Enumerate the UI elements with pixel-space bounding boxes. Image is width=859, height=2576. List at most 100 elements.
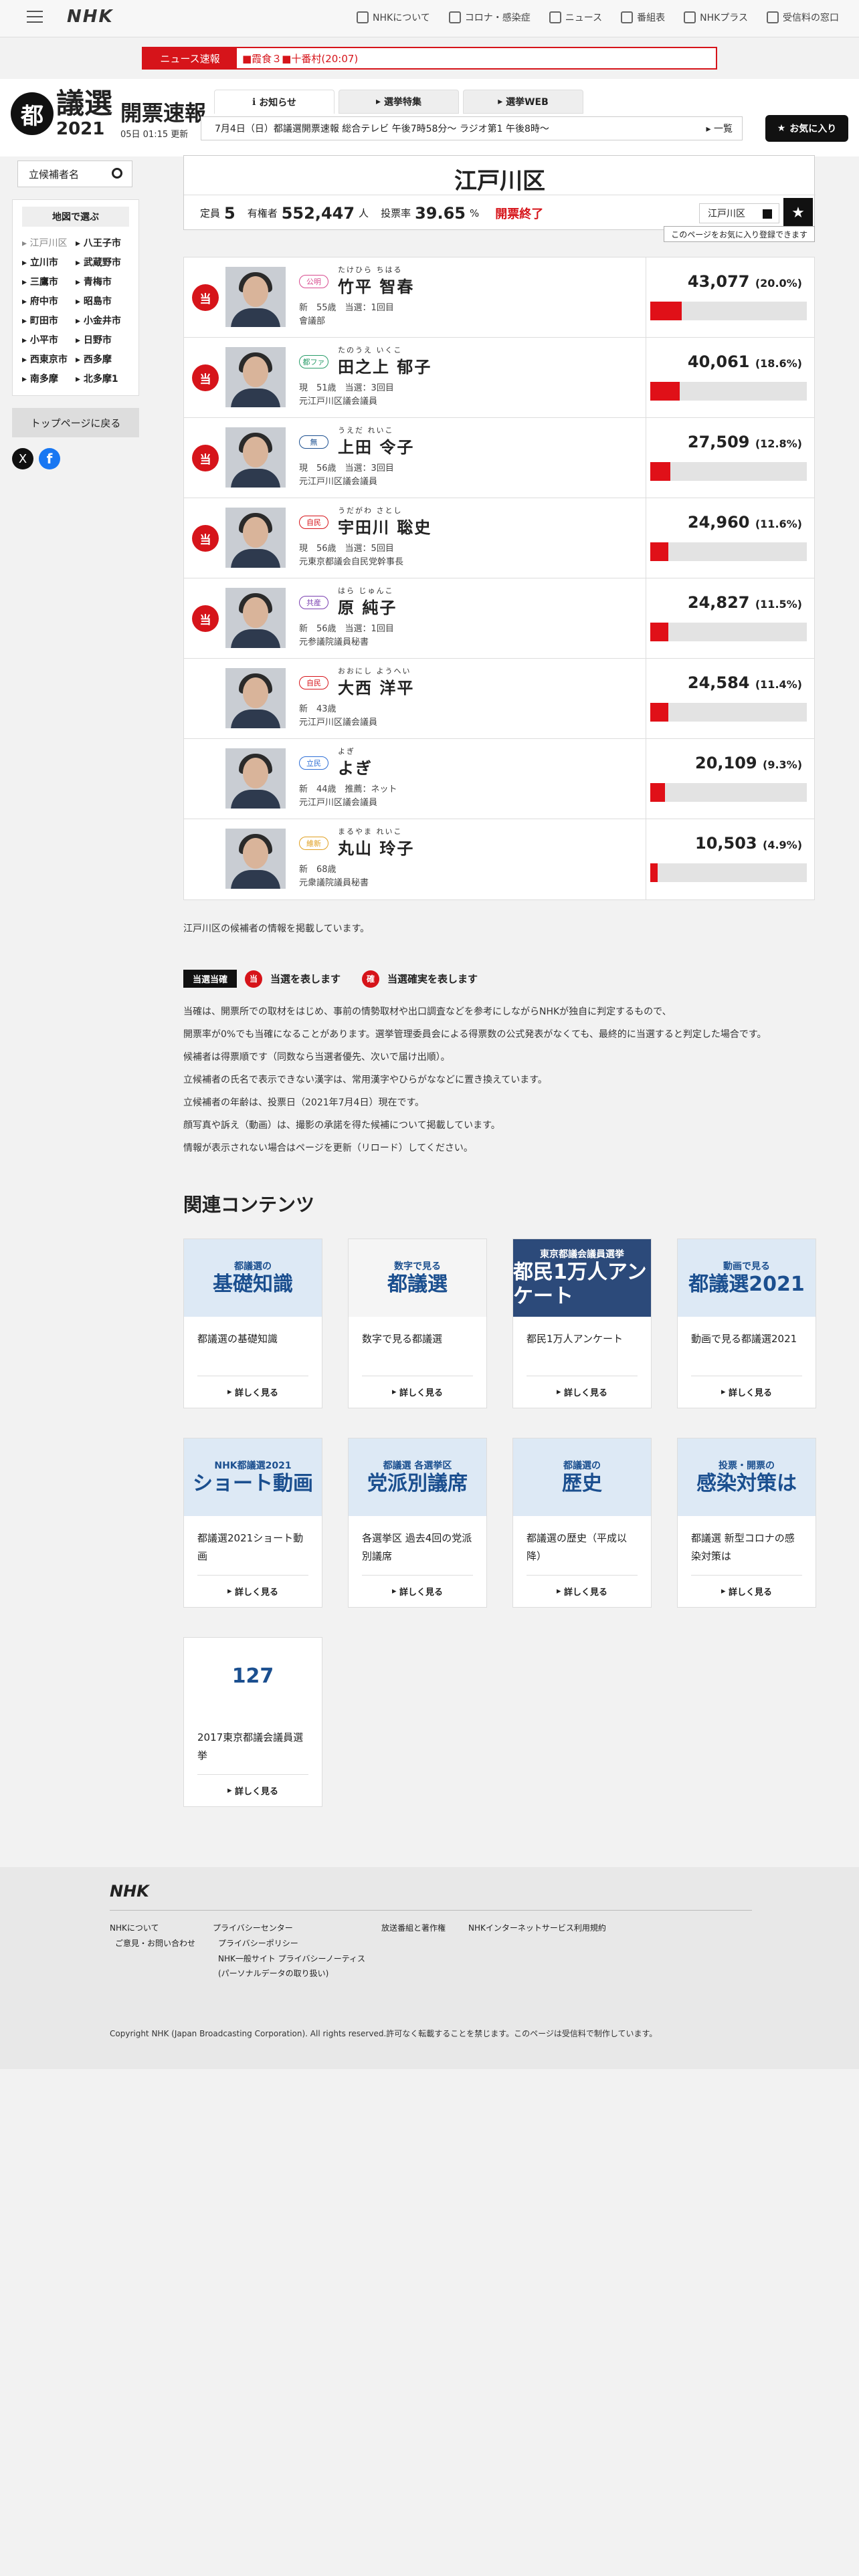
candidate-row[interactable]: 当 都ファ たのうえ いくこ 田之上 郁子 現 51歳 当選：3回目 元江戸川区… [184, 338, 814, 418]
district-link[interactable]: ▸ 日野市 [76, 333, 129, 346]
district-link[interactable]: ▸ 町田市 [22, 314, 76, 327]
top-menu-item[interactable]: 番組表 [621, 11, 665, 24]
card-more-link[interactable]: ▸ 詳しく見る [197, 1376, 308, 1408]
footer-link-sub[interactable]: (パーソナルデータの取り扱い) [213, 1966, 365, 1981]
won-icon: 当 [245, 970, 263, 988]
search-icon[interactable] [112, 168, 122, 179]
footer-link[interactable]: NHKインターネットサービス利用規約 [468, 1921, 606, 1936]
footer-link[interactable]: プライバシーセンター [213, 1921, 365, 1936]
candidate-row[interactable]: 維新 まるやま れいこ 丸山 玲子 新 68歳 元衆議院議員秘書 10,503 … [184, 819, 814, 899]
card-more-link[interactable]: ▸ 詳しく見る [197, 1774, 308, 1806]
top-menu-item[interactable]: 受信料の窓口 [767, 11, 839, 24]
card-more-link[interactable]: ▸ 詳しく見る [691, 1376, 802, 1408]
candidate-row[interactable]: 自民 おおにし ようへい 大西 洋平 新 43歳 元江戸川区議会議員 24,58… [184, 659, 814, 739]
district-link[interactable]: ▸ 武蔵野市 [76, 255, 129, 269]
menu-icon[interactable] [27, 11, 43, 24]
election-year: 2021 [56, 119, 105, 139]
back-to-top-button[interactable]: トップページに戻る [12, 408, 139, 437]
broadcast-ticker[interactable]: 7月4日（日）都議選開票速報 総合テレビ 午後7時58分～ ラジオ第1 午後8時… [201, 116, 743, 140]
card-thumb-sub: 都議選の [234, 1261, 272, 1272]
top-menu-item[interactable]: ニュース [549, 11, 602, 24]
top-menu: NHKについて コロナ・感染症 ニュース 番組表 NHKプラス 受信料の窓口 [357, 11, 839, 24]
tab-election-web[interactable]: ▸ 選挙WEB [463, 90, 583, 114]
card-more-link[interactable]: ▸ 詳しく見る [691, 1575, 802, 1607]
triangle-icon: ▸ [227, 1387, 235, 1397]
candidate-row[interactable]: 当 共産 はら じゅんこ 原 純子 新 56歳 当選：1回目 元参議院議員秘書 … [184, 578, 814, 659]
footer-link[interactable]: NHKについて [110, 1921, 195, 1936]
related-card[interactable]: NHK都議選2021 ショート動画 都議選2021ショート動画 ▸ 詳しく見る [183, 1438, 322, 1608]
vote-count: 10,503 (4.9%) [695, 834, 802, 853]
vote-pct: (11.6%) [755, 518, 802, 530]
footer-logo[interactable]: NHK [110, 1882, 149, 1901]
tab-special[interactable]: ▸ 選挙特集 [339, 90, 459, 114]
breaking-news-bar[interactable]: ニュース速報 ■霞食３■十番村(20:07) [142, 47, 717, 70]
card-more-link[interactable]: ▸ 詳しく見る [197, 1575, 308, 1607]
card-thumbnail: 都議選の 歴史 [513, 1438, 651, 1516]
district-map-panel: 地図で選ぶ ▸ 江戸川区 ▸ 八王子市 ▸ 立川市 ▸ 武蔵野市 ▸ 三鷹市 ▸… [12, 199, 139, 396]
district-select[interactable]: 江戸川区 [699, 203, 779, 223]
candidate-row[interactable]: 当 無 うえだ れいこ 上田 令子 現 56歳 当選：3回目 元江戸川区議会議員… [184, 418, 814, 498]
footer-link[interactable]: 放送番組と著作権 [381, 1921, 446, 1936]
related-card[interactable]: 数字で見る 都議選 数字で見る都議選 ▸ 詳しく見る [348, 1239, 487, 1408]
candidate-name: 大西 洋平 [338, 679, 415, 697]
related-card[interactable]: 動画で見る 都議選2021 動画で見る都議選2021 ▸ 詳しく見る [677, 1239, 816, 1408]
card-title: 都議選の歴史（平成以降） [527, 1532, 628, 1562]
vote-count: 20,109 (9.3%) [695, 754, 802, 772]
related-card[interactable]: 127 2017東京都議会議員選挙 ▸ 詳しく見る [183, 1637, 322, 1807]
map-select-button[interactable]: 地図で選ぶ [22, 207, 129, 227]
footer-link[interactable]: NHK一般サイト プライバシーノーティス [213, 1951, 365, 1967]
card-more-link[interactable]: ▸ 詳しく見る [527, 1376, 638, 1408]
related-card[interactable]: 投票・開票の 感染対策は 都議選 新型コロナの感染対策は ▸ 詳しく見る [677, 1438, 816, 1608]
related-card[interactable]: 都議選 各選挙区 党派別議席 各選挙区 過去4回の党派別議席 ▸ 詳しく見る [348, 1438, 487, 1608]
top-menu-item[interactable]: NHKプラス [684, 11, 748, 24]
district-link[interactable]: ▸ 三鷹市 [22, 275, 76, 288]
vote-area: 20,109 (9.3%) [646, 739, 816, 819]
card-thumb-sub: NHK都議選2021 [214, 1461, 292, 1471]
candidate-list: 当 公明 たけひら ちはる 竹平 智春 新 55歳 当選：1回目 會議部 43,… [183, 257, 815, 900]
district-link[interactable]: ▸ 西東京市 [22, 352, 76, 366]
district-link[interactable]: ▸ 西多摩 [76, 352, 129, 366]
nhk-logo[interactable]: NHK [67, 7, 114, 27]
vote-count: 24,584 (11.4%) [687, 673, 802, 692]
district-link[interactable]: ▸ 青梅市 [76, 275, 129, 288]
favorite-star-button[interactable]: ★ [783, 198, 813, 227]
note-line: 候補者は得票順です（同数なら当選者優先、次いで届け出順）。 [183, 1052, 450, 1063]
district-link[interactable]: ▸ 立川市 [22, 255, 76, 269]
card-more-link[interactable]: ▸ 詳しく見る [527, 1575, 638, 1607]
card-thumb-main: 感染対策は [696, 1472, 797, 1495]
district-link[interactable]: ▸ 南多摩 [22, 372, 76, 385]
footer-link[interactable]: ご意見・お問い合わせ [110, 1936, 195, 1951]
related-card[interactable]: 都議選の 歴史 都議選の歴史（平成以降） ▸ 詳しく見る [512, 1438, 652, 1608]
favorite-button[interactable]: ★ お気に入り [765, 115, 848, 142]
district-link[interactable]: ▸ 小平市 [22, 333, 76, 346]
vote-pct: (12.8%) [755, 437, 802, 450]
related-card[interactable]: 都議選の 基礎知識 都議選の基礎知識 ▸ 詳しく見る [183, 1239, 322, 1408]
facebook-share-icon[interactable]: f [39, 448, 60, 469]
candidate-row[interactable]: 当 公明 たけひら ちはる 竹平 智春 新 55歳 当選：1回目 會議部 43,… [184, 257, 814, 338]
tab-notice[interactable]: ℹ お知らせ [214, 90, 335, 114]
ticker-list-link[interactable]: ▸ 一覧 [706, 122, 733, 135]
x-share-icon[interactable]: X [12, 448, 33, 469]
district-link[interactable]: ▸ 江戸川区 [22, 236, 76, 249]
candidate-row[interactable]: 立民 よぎ よぎ 新 44歳 推薦：ネット 元江戸川区議会議員 20,109 (… [184, 739, 814, 819]
district-link[interactable]: ▸ 小金井市 [76, 314, 129, 327]
top-menu-item[interactable]: NHKについて [357, 11, 430, 24]
candidate-photo [225, 267, 286, 327]
district-link[interactable]: ▸ 北多摩1 [76, 372, 129, 385]
vote-area: 24,827 (11.5%) [646, 578, 816, 659]
district-link[interactable]: ▸ 昭島市 [76, 294, 129, 308]
card-thumb-main: 都議選2021 [688, 1273, 805, 1296]
candidate-row[interactable]: 当 自民 うだがわ さとし 宇田川 聡史 現 56歳 当選：5回目 元東京都議会… [184, 498, 814, 578]
party-badge: 無 [299, 435, 328, 449]
candidate-search[interactable]: 立候補者名 [17, 160, 132, 187]
district-link[interactable]: ▸ 府中市 [22, 294, 76, 308]
related-card[interactable]: 東京都議会議員選挙 都民1万人アンケート 都民1万人アンケート ▸ 詳しく見る [512, 1239, 652, 1408]
legend: 当選当確 当 当選を表します 確 当選確実を表します [183, 970, 478, 988]
district-link[interactable]: ▸ 八王子市 [76, 236, 129, 249]
card-more-link[interactable]: ▸ 詳しく見る [362, 1376, 473, 1408]
footer-link[interactable]: プライバシーポリシー [213, 1936, 365, 1951]
card-thumbnail: 動画で見る 都議選2021 [678, 1239, 816, 1317]
card-more-link[interactable]: ▸ 詳しく見る [362, 1575, 473, 1607]
top-menu-item[interactable]: コロナ・感染症 [448, 11, 531, 24]
card-thumb-main: 歴史 [562, 1472, 602, 1495]
